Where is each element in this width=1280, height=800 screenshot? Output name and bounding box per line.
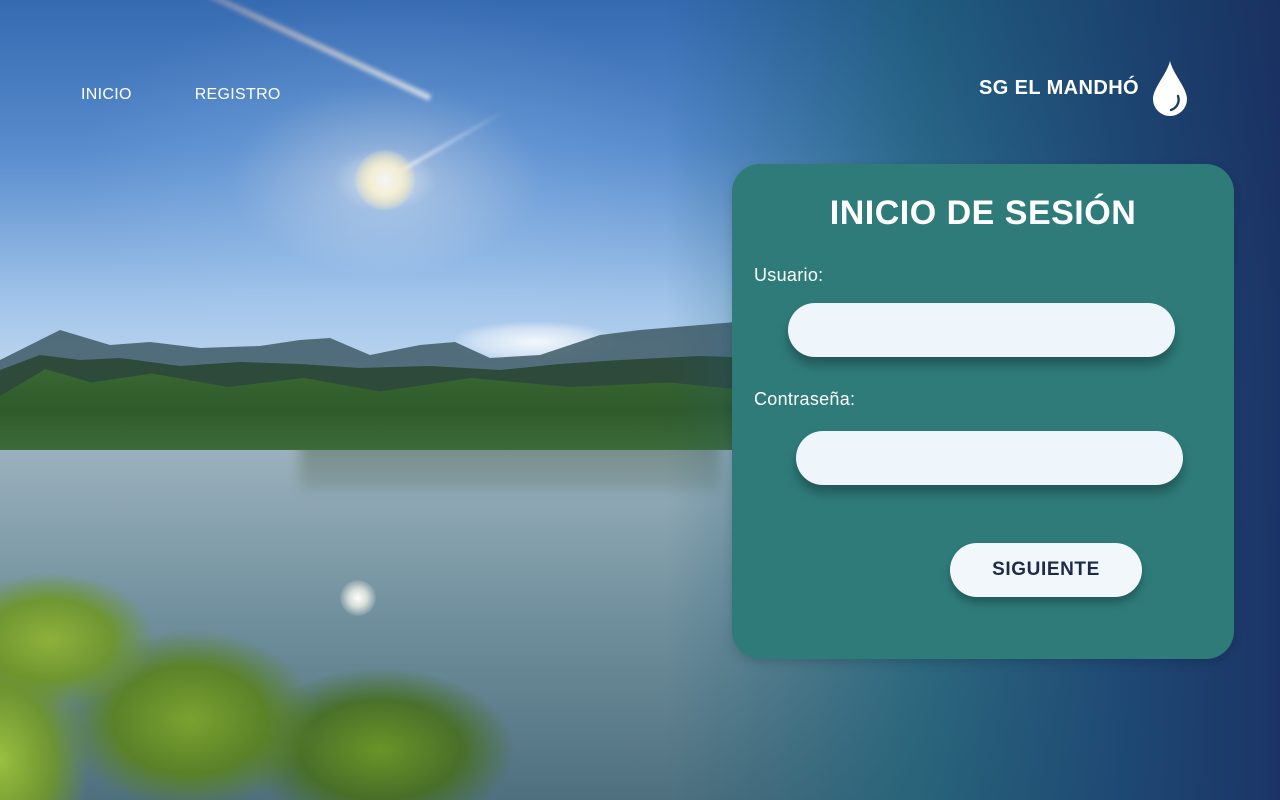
- next-button[interactable]: SIGUIENTE: [950, 543, 1142, 597]
- brand-name: SG EL MANDHÓ: [979, 76, 1139, 99]
- water-drop-icon: [1153, 61, 1187, 116]
- username-input[interactable]: [788, 303, 1175, 357]
- password-input[interactable]: [796, 431, 1183, 485]
- nav-item-registro[interactable]: REGISTRO: [195, 86, 281, 104]
- nav-item-inicio[interactable]: INICIO: [81, 86, 132, 104]
- username-label: Usuario:: [754, 265, 824, 285]
- top-nav: INICIO REGISTRO: [81, 86, 281, 104]
- password-label: Contraseña:: [754, 389, 856, 409]
- login-title: INICIO DE SESIÓN: [829, 194, 1137, 232]
- brand-logo: SG EL MANDHÓ: [979, 60, 1189, 116]
